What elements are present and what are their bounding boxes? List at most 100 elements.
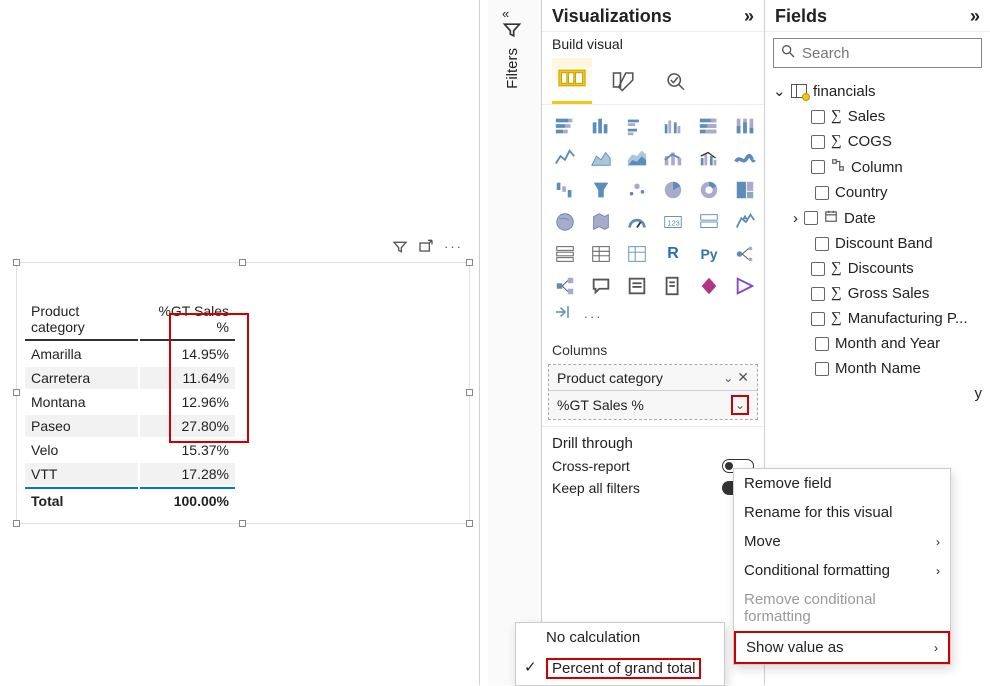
more-options-icon[interactable]: ···	[444, 239, 463, 258]
checkbox[interactable]	[811, 312, 825, 326]
chevron-down-icon[interactable]: ⌄	[773, 82, 785, 100]
field-sales[interactable]: ∑Sales	[771, 104, 984, 129]
remove-field-icon[interactable]: ✕	[737, 369, 749, 386]
tab-build[interactable]	[552, 58, 592, 104]
field-country[interactable]: Country	[771, 180, 984, 205]
checkbox[interactable]	[815, 237, 829, 251]
field-date[interactable]: ›Date	[771, 205, 984, 231]
viz-scatter-icon[interactable]	[622, 177, 652, 203]
viz-r-icon[interactable]: R	[658, 241, 688, 267]
field-month-name[interactable]: Month Name	[771, 356, 984, 381]
submenu-percent-grand-total[interactable]: Percent of grand total	[516, 652, 724, 685]
checkbox[interactable]	[811, 135, 825, 149]
menu-rename-visual[interactable]: Rename for this visual	[734, 498, 950, 527]
resize-handle[interactable]	[13, 520, 20, 527]
viz-100-stacked-column-icon[interactable]	[730, 113, 760, 139]
viz-treemap-icon[interactable]	[730, 177, 760, 203]
viz-stacked-bar-icon[interactable]	[550, 113, 580, 139]
field-discount-band[interactable]: Discount Band	[771, 231, 984, 256]
viz-paginated-icon[interactable]	[658, 273, 688, 299]
checkbox[interactable]	[811, 262, 825, 276]
menu-show-value-as[interactable]: Show value as›	[734, 631, 950, 664]
filters-pane-collapsed[interactable]: « Filters	[488, 0, 542, 685]
resize-handle[interactable]	[239, 520, 246, 527]
viz-donut-icon[interactable]	[694, 177, 724, 203]
columns-well[interactable]: Product category ⌄ ✕ %GT Sales % ⌄	[548, 364, 758, 420]
checkbox[interactable]	[811, 287, 825, 301]
collapse-icon[interactable]: «	[502, 6, 509, 21]
chevron-right-icon[interactable]: ›	[793, 210, 798, 227]
viz-slicer-icon[interactable]	[550, 241, 580, 267]
viz-matrix-icon[interactable]	[622, 241, 652, 267]
chevron-down-icon[interactable]: ⌄	[731, 395, 749, 415]
viz-decomposition-icon[interactable]	[550, 273, 580, 299]
field-manufacturing-p[interactable]: ∑Manufacturing P...	[771, 306, 984, 331]
viz-multirow-card-icon[interactable]	[694, 209, 724, 235]
checkbox[interactable]	[804, 211, 818, 225]
viz-power-apps-icon[interactable]	[694, 273, 724, 299]
table-visual[interactable]: ··· Product category %GT Sales % Amarill…	[16, 262, 470, 524]
focus-mode-icon[interactable]	[418, 239, 434, 258]
table-financials[interactable]: ⌄ financials	[771, 78, 984, 104]
field-column[interactable]: Column	[771, 154, 984, 180]
viz-gauge-icon[interactable]	[622, 209, 652, 235]
chevron-down-icon[interactable]: ⌄	[723, 371, 733, 385]
viz-table-icon[interactable]	[586, 241, 616, 267]
viz-pie-icon[interactable]	[658, 177, 688, 203]
viz-kpi-icon[interactable]	[730, 209, 760, 235]
viz-py-icon[interactable]: Py	[694, 241, 724, 267]
resize-handle[interactable]	[466, 389, 473, 396]
viz-card-icon[interactable]: 123	[658, 209, 688, 235]
viz-stacked-column-icon[interactable]	[586, 113, 616, 139]
viz-line-icon[interactable]	[550, 145, 580, 171]
submenu-no-calculation[interactable]: No calculation	[516, 623, 724, 652]
viz-area-icon[interactable]	[586, 145, 616, 171]
viz-ribbon-icon[interactable]	[730, 145, 760, 171]
field-y-suffix[interactable]: y	[771, 381, 984, 406]
checkbox[interactable]	[811, 160, 825, 174]
resize-handle[interactable]	[13, 259, 20, 266]
filter-icon[interactable]	[392, 239, 408, 258]
tab-format[interactable]	[604, 60, 644, 103]
well-item-product-category[interactable]: Product category ⌄ ✕	[549, 365, 757, 391]
resize-handle[interactable]	[466, 520, 473, 527]
viz-line-stacked-column-icon[interactable]	[658, 145, 688, 171]
viz-clustered-column-icon[interactable]	[658, 113, 688, 139]
viz-funnel-icon[interactable]	[586, 177, 616, 203]
checkbox[interactable]	[815, 337, 829, 351]
field-discounts[interactable]: ∑Discounts	[771, 256, 984, 281]
col-header-product[interactable]: Product category	[25, 299, 138, 341]
expand-icon[interactable]: »	[970, 6, 980, 27]
viz-filled-map-icon[interactable]	[586, 209, 616, 235]
resize-handle[interactable]	[239, 259, 246, 266]
expand-icon[interactable]: »	[744, 6, 754, 27]
menu-conditional-formatting[interactable]: Conditional formatting›	[734, 556, 950, 585]
get-more-visuals-icon[interactable]	[552, 309, 572, 324]
menu-move[interactable]: Move›	[734, 527, 950, 556]
viz-qna-icon[interactable]	[586, 273, 616, 299]
search-input[interactable]	[802, 45, 975, 62]
resize-handle[interactable]	[13, 389, 20, 396]
checkbox[interactable]	[815, 186, 829, 200]
viz-smart-narrative-icon[interactable]	[622, 273, 652, 299]
checkbox[interactable]	[815, 362, 829, 376]
fields-search[interactable]	[773, 38, 982, 68]
field-cogs[interactable]: ∑COGS	[771, 129, 984, 154]
more-options-icon[interactable]: ···	[584, 309, 603, 324]
field-month-year[interactable]: Month and Year	[771, 331, 984, 356]
viz-key-influencers-icon[interactable]	[730, 241, 760, 267]
field-gross-sales[interactable]: ∑Gross Sales	[771, 281, 984, 306]
viz-map-icon[interactable]	[550, 209, 580, 235]
viz-power-automate-icon[interactable]	[730, 273, 760, 299]
menu-remove-field[interactable]: Remove field	[734, 469, 950, 498]
col-header-pct[interactable]: %GT Sales %	[140, 299, 235, 341]
report-canvas[interactable]: ··· Product category %GT Sales % Amarill…	[0, 0, 490, 685]
viz-100-stacked-bar-icon[interactable]	[694, 113, 724, 139]
tab-analytics[interactable]	[656, 60, 696, 103]
checkbox[interactable]	[811, 110, 825, 124]
viz-waterfall-icon[interactable]	[550, 177, 580, 203]
well-item-gt-sales[interactable]: %GT Sales % ⌄	[549, 391, 757, 419]
viz-stacked-area-icon[interactable]	[622, 145, 652, 171]
viz-line-clustered-column-icon[interactable]	[694, 145, 724, 171]
viz-clustered-bar-icon[interactable]	[622, 113, 652, 139]
